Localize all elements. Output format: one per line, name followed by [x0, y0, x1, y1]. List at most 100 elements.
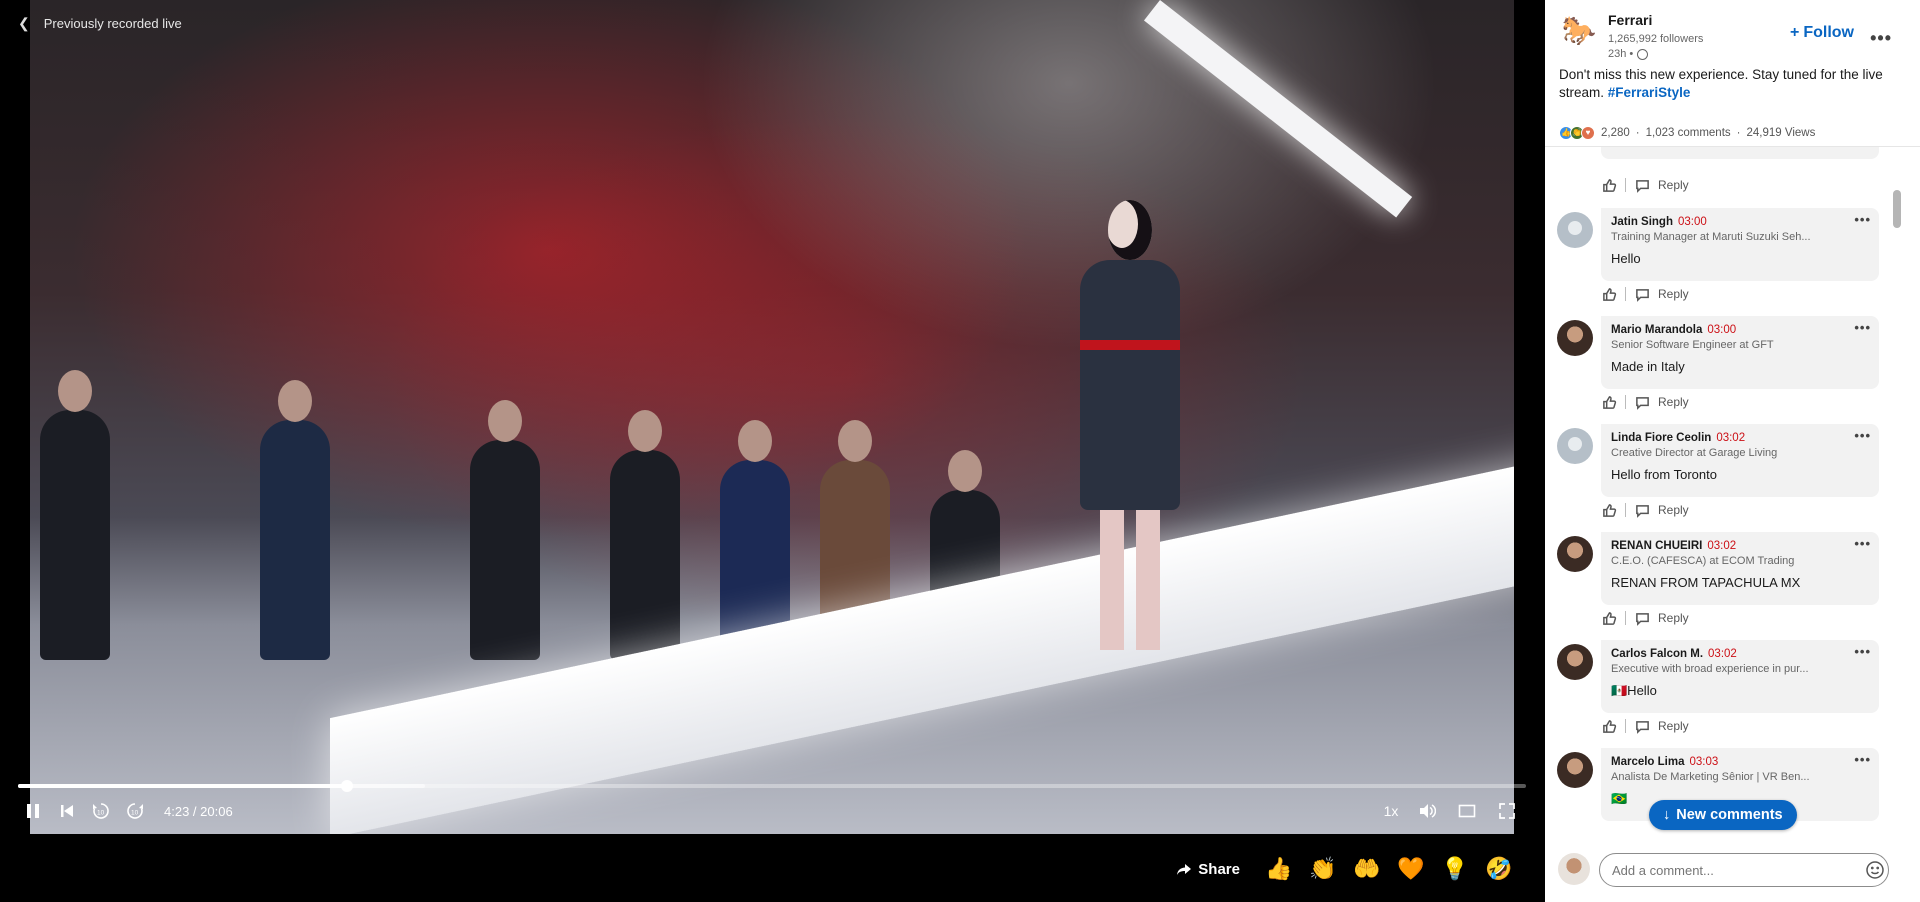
ferrari-logo-avatar[interactable]: 🐎 — [1561, 12, 1597, 48]
recorded-label: Previously recorded live — [43, 16, 182, 31]
comments-count[interactable]: 1,023 comments — [1646, 127, 1731, 139]
previous-comment-bubble — [1601, 147, 1879, 159]
reply-button[interactable]: Reply — [1658, 611, 1689, 625]
follow-button[interactable]: + Follow — [1790, 24, 1854, 42]
playback-speed-button[interactable]: 1x — [1376, 803, 1406, 819]
comments-list[interactable]: Reply Jatin Singh 03:00 Training Manager … — [1545, 147, 1907, 839]
comment-text: Hello from Toronto — [1611, 467, 1717, 482]
comment-headline: Executive with broad experience in pur..… — [1611, 663, 1809, 675]
comment-item: Linda Fiore Ceolin 03:02 Creative Directo… — [1557, 424, 1905, 528]
comment-text: Hello — [1611, 251, 1641, 266]
comment-timestamp[interactable]: 03:02 — [1708, 648, 1737, 660]
avatar[interactable] — [1558, 853, 1590, 885]
seek-bar[interactable] — [18, 780, 1526, 792]
comment-timestamp[interactable]: 03:02 — [1707, 540, 1736, 552]
insightful-reaction-icon[interactable]: 💡 — [1438, 852, 1472, 886]
support-reaction-icon[interactable]: 🤲 — [1350, 852, 1384, 886]
pause-icon — [27, 804, 39, 818]
comments-scrollbar[interactable] — [1893, 190, 1901, 228]
like-icon[interactable] — [1601, 394, 1617, 410]
avatar[interactable] — [1557, 212, 1593, 248]
avatar[interactable] — [1557, 428, 1593, 464]
forward-10-icon: 10 — [127, 803, 143, 819]
celebrate-reaction-icon[interactable]: 👏 — [1306, 852, 1340, 886]
reply-button[interactable]: Reply — [1658, 178, 1689, 192]
comment-item: Carlos Falcon M. 03:02 Executive with bro… — [1557, 640, 1905, 744]
comment-author[interactable]: Carlos Falcon M. — [1611, 648, 1703, 660]
skip-back-button[interactable] — [52, 798, 82, 824]
comment-actions: Reply — [1601, 502, 1689, 518]
comment-input[interactable] — [1599, 853, 1889, 887]
post-header: 🐎 Ferrari 1,265,992 followers 23h • + Fo… — [1561, 12, 1906, 62]
comment-author[interactable]: Mario Marandola — [1611, 324, 1702, 336]
author-name[interactable]: Ferrari — [1608, 12, 1652, 28]
reply-button[interactable]: Reply — [1658, 719, 1689, 733]
new-comments-button[interactable]: ↓ New comments — [1649, 800, 1797, 830]
like-icon[interactable] — [1601, 502, 1617, 518]
reaction-summary-icons[interactable]: 👍 👏 ♥ — [1559, 126, 1595, 140]
comment-options-icon[interactable]: ••• — [1854, 644, 1871, 659]
reply-icon[interactable] — [1634, 177, 1650, 193]
video-player[interactable]: ❮ Previously recorded live 10 10 4:23 / … — [0, 0, 1544, 902]
like-reaction-icon[interactable]: 👍 — [1262, 852, 1296, 886]
previous-comment-actions: Reply — [1601, 177, 1689, 193]
avatar[interactable] — [1557, 644, 1593, 680]
comment-options-icon[interactable]: ••• — [1854, 428, 1871, 443]
hashtag-link[interactable]: #FerrariStyle — [1608, 85, 1691, 100]
comment-timestamp[interactable]: 03:00 — [1707, 324, 1736, 336]
comment-timestamp[interactable]: 03:02 — [1716, 432, 1745, 444]
comment-author-line: Carlos Falcon M. 03:02 — [1611, 648, 1869, 660]
avatar[interactable] — [1557, 320, 1593, 356]
post-side-panel: 🐎 Ferrari 1,265,992 followers 23h • + Fo… — [1545, 0, 1920, 902]
comment-author[interactable]: Jatin Singh — [1611, 216, 1673, 228]
theater-mode-icon — [1458, 804, 1476, 818]
emoji-icon[interactable] — [1865, 860, 1885, 880]
comment-author-line: Linda Fiore Ceolin 03:02 — [1611, 432, 1869, 444]
comment-options-icon[interactable]: ••• — [1854, 536, 1871, 551]
arrow-down-icon: ↓ — [1663, 807, 1671, 823]
avatar[interactable] — [1557, 752, 1593, 788]
reply-button[interactable]: Reply — [1658, 503, 1689, 517]
volume-button[interactable] — [1412, 798, 1442, 824]
comment-timestamp[interactable]: 03:03 — [1690, 756, 1719, 768]
reply-icon[interactable] — [1634, 718, 1650, 734]
comment-author[interactable]: RENAN CHUEIRI — [1611, 540, 1702, 552]
fullscreen-button[interactable] — [1492, 798, 1522, 824]
funny-reaction-icon[interactable]: 🤣 — [1482, 852, 1516, 886]
comment-bubble: Mario Marandola 03:00 Senior Software Eng… — [1601, 316, 1879, 389]
comment-timestamp[interactable]: 03:00 — [1678, 216, 1707, 228]
like-icon[interactable] — [1601, 718, 1617, 734]
chevron-left-icon[interactable]: ❮ — [18, 15, 30, 32]
like-icon[interactable] — [1601, 177, 1617, 193]
comment-author[interactable]: Linda Fiore Ceolin — [1611, 432, 1711, 444]
like-icon[interactable] — [1601, 610, 1617, 626]
video-scene-light — [1143, 0, 1413, 218]
forward-10-button[interactable]: 10 — [120, 798, 150, 824]
reply-icon[interactable] — [1634, 286, 1650, 302]
like-icon[interactable] — [1601, 286, 1617, 302]
more-options-icon[interactable]: ••• — [1870, 28, 1892, 49]
video-frame[interactable] — [30, 0, 1514, 834]
reactions-bar: Share 👍 👏 🤲 🧡 💡 🤣 — [1176, 852, 1516, 886]
reply-icon[interactable] — [1634, 502, 1650, 518]
theater-mode-button[interactable] — [1452, 798, 1482, 824]
social-counts: 👍 👏 ♥ 2,280 · 1,023 comments · 24,919 View… — [1559, 126, 1815, 140]
comment-options-icon[interactable]: ••• — [1854, 212, 1871, 227]
reply-button[interactable]: Reply — [1658, 395, 1689, 409]
reply-icon[interactable] — [1634, 610, 1650, 626]
reply-icon[interactable] — [1634, 394, 1650, 410]
recorded-banner: ❮ Previously recorded live — [18, 15, 182, 32]
reply-button[interactable]: Reply — [1658, 287, 1689, 301]
comment-text: Made in Italy — [1611, 359, 1685, 374]
share-label: Share — [1198, 860, 1240, 878]
avatar[interactable] — [1557, 536, 1593, 572]
reaction-count[interactable]: 2,280 — [1601, 127, 1630, 139]
share-button[interactable]: Share — [1176, 861, 1240, 878]
comment-options-icon[interactable]: ••• — [1854, 320, 1871, 335]
rewind-10-button[interactable]: 10 — [86, 798, 116, 824]
comment-options-icon[interactable]: ••• — [1854, 752, 1871, 767]
love-reaction-icon[interactable]: 🧡 — [1394, 852, 1428, 886]
pause-button[interactable] — [18, 798, 48, 824]
comment-author[interactable]: Marcelo Lima — [1611, 756, 1685, 768]
plus-icon: + — [1790, 24, 1800, 41]
